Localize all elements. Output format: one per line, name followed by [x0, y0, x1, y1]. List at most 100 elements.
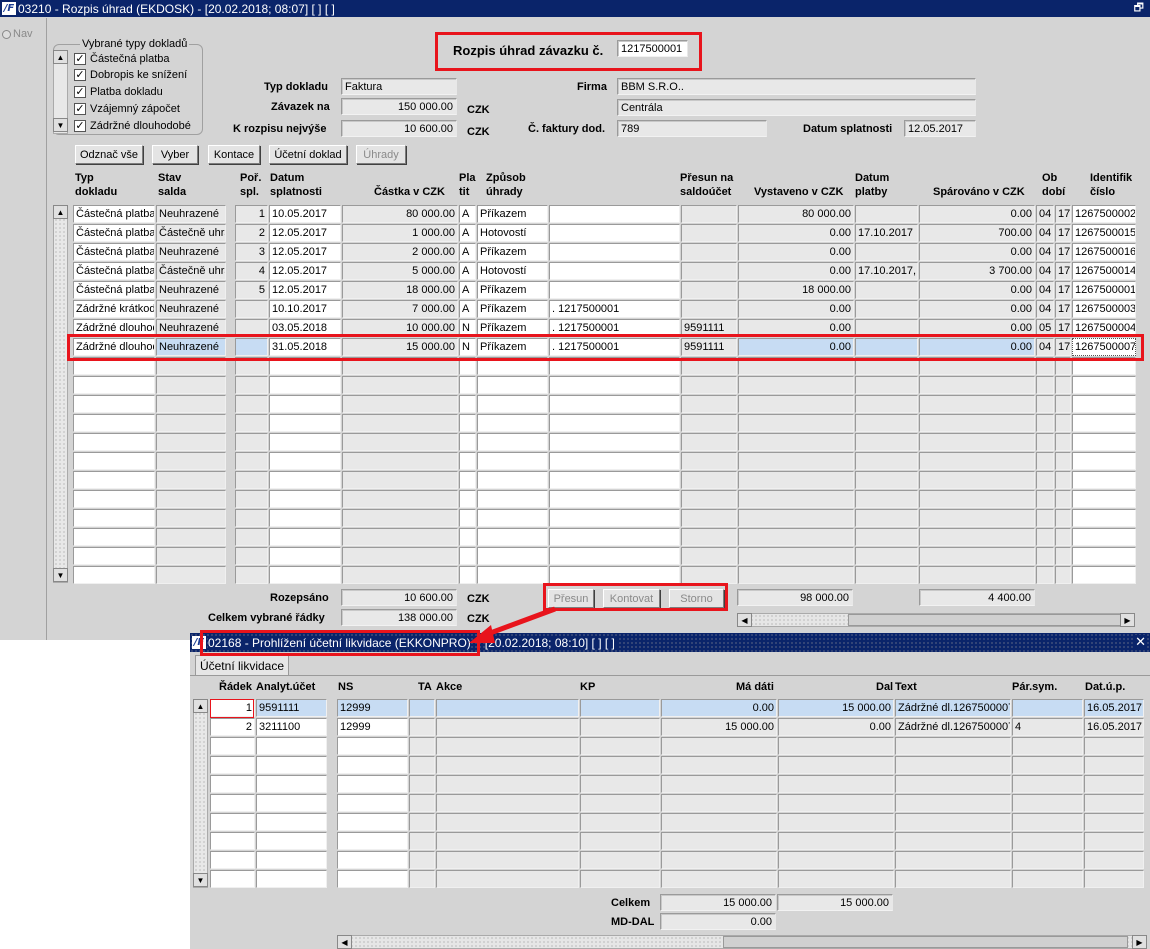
- row-1-typ[interactable]: Částečná platba: [73, 205, 155, 223]
- sub-row-1-ma-dati[interactable]: 0.00: [661, 699, 777, 717]
- empty-row-cell[interactable]: [1055, 490, 1071, 508]
- row-1-ob1[interactable]: 04: [1036, 205, 1054, 223]
- empty-row-cell[interactable]: [235, 376, 268, 394]
- sub-empty-row-cell[interactable]: [210, 737, 255, 755]
- sub-empty-row-cell[interactable]: [1012, 870, 1083, 888]
- row-5-ident[interactable]: 1267500001: [1072, 281, 1136, 299]
- sub-empty-row-cell[interactable]: [1084, 851, 1144, 869]
- empty-row-cell[interactable]: [73, 509, 155, 527]
- row-4-stav[interactable]: Částečně uhrazené: [156, 262, 226, 280]
- empty-row-cell[interactable]: [477, 566, 548, 584]
- empty-row-cell[interactable]: [919, 433, 1035, 451]
- empty-row-cell[interactable]: [681, 376, 737, 394]
- row-1-por[interactable]: 1: [235, 205, 268, 223]
- empty-row-cell[interactable]: [342, 471, 458, 489]
- sub-row-2-kp[interactable]: [580, 718, 660, 736]
- empty-row-cell[interactable]: [738, 395, 854, 413]
- sub-empty-row-cell[interactable]: [256, 813, 327, 831]
- empty-row-cell[interactable]: [459, 433, 476, 451]
- empty-row-cell[interactable]: [156, 471, 226, 489]
- sub-empty-row-cell[interactable]: [210, 832, 255, 850]
- row-6-pla[interactable]: A: [459, 300, 476, 318]
- empty-row-cell[interactable]: [1055, 528, 1071, 546]
- empty-row-cell[interactable]: [73, 395, 155, 413]
- row-8-ob1[interactable]: 04: [1036, 338, 1054, 356]
- row-5-datum-platby[interactable]: [855, 281, 918, 299]
- row-4-ob1[interactable]: 04: [1036, 262, 1054, 280]
- row-7-datum[interactable]: 03.05.2018: [269, 319, 341, 337]
- empty-row-cell[interactable]: [459, 414, 476, 432]
- sub-empty-row-cell[interactable]: [580, 832, 660, 850]
- sub-empty-row-cell[interactable]: [1012, 775, 1083, 793]
- row-2-pla[interactable]: A: [459, 224, 476, 242]
- empty-row-cell[interactable]: [156, 528, 226, 546]
- sub-empty-row-cell[interactable]: [895, 832, 1011, 850]
- sub-empty-row-cell[interactable]: [661, 851, 777, 869]
- empty-row-cell[interactable]: [156, 547, 226, 565]
- empty-row-cell[interactable]: [681, 547, 737, 565]
- row-4-datum[interactable]: 12.05.2017: [269, 262, 341, 280]
- empty-row-cell[interactable]: [738, 566, 854, 584]
- empty-row-cell[interactable]: [549, 528, 680, 546]
- row-4-vystaveno[interactable]: 0.00: [738, 262, 854, 280]
- row-7-pla[interactable]: N: [459, 319, 476, 337]
- row-8-datum-platby[interactable]: [855, 338, 918, 356]
- sub-empty-row-cell[interactable]: [337, 775, 408, 793]
- empty-row-cell[interactable]: [549, 490, 680, 508]
- empty-row-cell[interactable]: [681, 471, 737, 489]
- empty-row-cell[interactable]: [342, 528, 458, 546]
- row-2-datum-platby[interactable]: 17.10.2017: [855, 224, 918, 242]
- empty-row-cell[interactable]: [477, 471, 548, 489]
- row-7-castka[interactable]: 10 000.00: [342, 319, 458, 337]
- empty-row-cell[interactable]: [477, 395, 548, 413]
- sub-row-2-dal[interactable]: 0.00: [778, 718, 894, 736]
- empty-row-cell[interactable]: [269, 471, 341, 489]
- empty-row-cell[interactable]: [1055, 357, 1071, 375]
- empty-row-cell[interactable]: [477, 509, 548, 527]
- empty-row-cell[interactable]: [1036, 528, 1054, 546]
- empty-row-cell[interactable]: [919, 528, 1035, 546]
- sub-empty-row-cell[interactable]: [778, 794, 894, 812]
- row-2-stav[interactable]: Částečně uhrazené: [156, 224, 226, 242]
- empty-row-cell[interactable]: [156, 490, 226, 508]
- sub-row-2-par-sym[interactable]: 4: [1012, 718, 1083, 736]
- sub-empty-row-cell[interactable]: [256, 775, 327, 793]
- sub-empty-row-cell[interactable]: [436, 775, 579, 793]
- row-7-sparovano[interactable]: 0.00: [919, 319, 1035, 337]
- sub-row-2-analyt[interactable]: 3211100: [256, 718, 327, 736]
- empty-row-cell[interactable]: [1072, 547, 1136, 565]
- empty-row-cell[interactable]: [549, 452, 680, 470]
- empty-row-cell[interactable]: [681, 490, 737, 508]
- sub-empty-row-cell[interactable]: [778, 756, 894, 774]
- empty-row-cell[interactable]: [73, 414, 155, 432]
- empty-row-cell[interactable]: [73, 490, 155, 508]
- sub-row-1-dal[interactable]: 15 000.00: [778, 699, 894, 717]
- empty-row-cell[interactable]: [1072, 357, 1136, 375]
- row-3-por[interactable]: 3: [235, 243, 268, 261]
- empty-row-cell[interactable]: [342, 509, 458, 527]
- row-3-ident[interactable]: 1267500016: [1072, 243, 1136, 261]
- empty-row-cell[interactable]: [855, 357, 918, 375]
- sub-empty-row-cell[interactable]: [256, 756, 327, 774]
- row-2-presun[interactable]: [681, 224, 737, 242]
- row-7-typ[interactable]: Zádržné dlouhodobé: [73, 319, 155, 337]
- empty-row-cell[interactable]: [459, 566, 476, 584]
- row-6-stav[interactable]: Neuhrazené: [156, 300, 226, 318]
- empty-row-cell[interactable]: [156, 414, 226, 432]
- sub-empty-row-cell[interactable]: [337, 832, 408, 850]
- empty-row-cell[interactable]: [235, 414, 268, 432]
- sub-empty-row-cell[interactable]: [1012, 737, 1083, 755]
- empty-row-cell[interactable]: [235, 471, 268, 489]
- empty-row-cell[interactable]: [855, 490, 918, 508]
- empty-row-cell[interactable]: [73, 566, 155, 584]
- empty-row-cell[interactable]: [1036, 566, 1054, 584]
- row-1-stav[interactable]: Neuhrazené: [156, 205, 226, 223]
- row-4-typ[interactable]: Částečná platba: [73, 262, 155, 280]
- empty-row-cell[interactable]: [1072, 471, 1136, 489]
- sub-empty-row-cell[interactable]: [1012, 813, 1083, 831]
- sub-empty-row-cell[interactable]: [895, 756, 1011, 774]
- sub-empty-row-cell[interactable]: [580, 870, 660, 888]
- row-5-zpusob[interactable]: Příkazem: [477, 281, 548, 299]
- empty-row-cell[interactable]: [738, 376, 854, 394]
- row-6-note[interactable]: . 1217500001: [549, 300, 680, 318]
